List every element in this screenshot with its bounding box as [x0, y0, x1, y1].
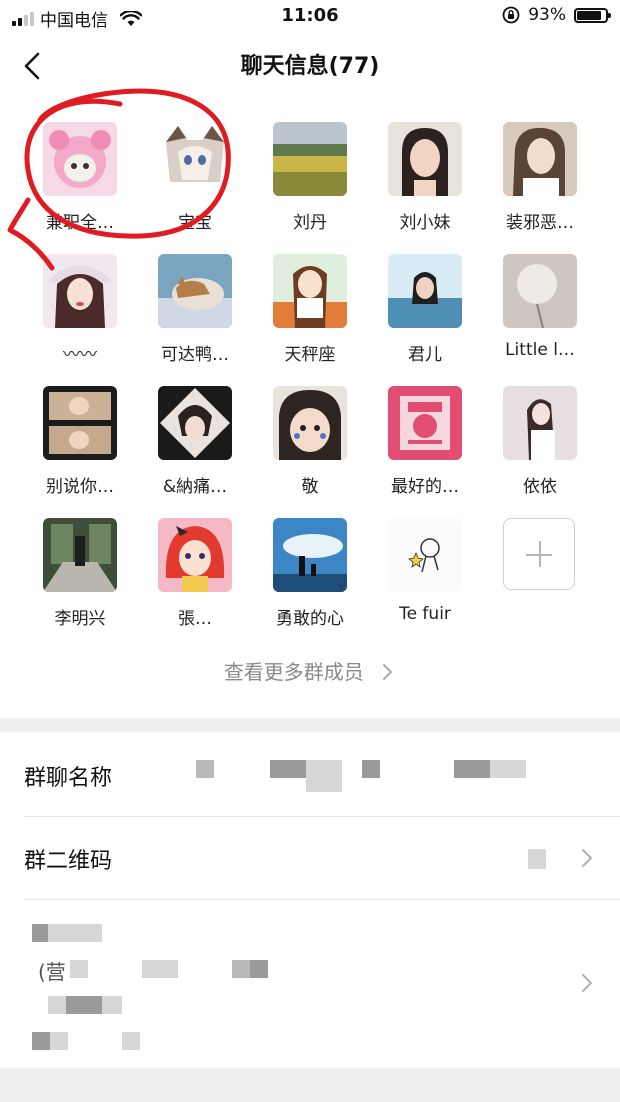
member-item[interactable]: Little l… [485, 254, 595, 360]
plus-icon [503, 518, 575, 590]
member-item[interactable]: 張… [140, 518, 250, 629]
member-item[interactable]: 李明兴 [25, 518, 135, 629]
member-item[interactable]: 刘小妹 [370, 122, 480, 233]
avatar [273, 386, 347, 460]
member-name: 兼职全… [46, 213, 114, 233]
member-name: 敬 [301, 477, 319, 497]
page-title: 聊天信息(77) [240, 54, 380, 79]
view-more-label: 查看更多群成员 [223, 660, 364, 684]
member-name: 宝宝 [178, 213, 212, 233]
avatar [158, 386, 232, 460]
member-name: 李明兴 [54, 609, 106, 629]
member-name: Te fuir [399, 604, 451, 624]
member-name: 别说你… [46, 477, 114, 497]
avatar [158, 254, 232, 328]
avatar [43, 518, 117, 592]
add-member-button[interactable] [484, 518, 594, 590]
avatar [273, 122, 347, 196]
avatar [388, 518, 462, 592]
member-item[interactable]: 敬 [255, 386, 365, 497]
member-name: 刘丹 [293, 213, 327, 233]
avatar [273, 254, 347, 328]
member-item[interactable]: Te fuir [370, 518, 480, 624]
member-name: 張… [178, 609, 212, 629]
member-item[interactable]: 依依 [485, 386, 595, 497]
member-name: 可达鸭… [161, 345, 229, 365]
group-qr-row[interactable]: 群二维码 [0, 817, 620, 899]
member-item[interactable]: 别说你… [25, 386, 135, 497]
avatar [388, 122, 462, 196]
notice-text: (营 [38, 960, 66, 984]
member-name: 装邪恶… [506, 213, 574, 233]
avatar [158, 518, 232, 592]
member-item[interactable]: 装邪恶… [485, 122, 595, 233]
avatar [273, 518, 347, 592]
group-qr-label: 群二维码 [24, 849, 113, 874]
member-item[interactable]: 〰〰 [25, 254, 135, 365]
group-notice-row[interactable]: (营 [0, 900, 620, 1068]
member-name: 〰〰 [63, 345, 97, 365]
member-item[interactable]: 天秤座 [255, 254, 365, 365]
member-item[interactable]: 可达鸭… [140, 254, 250, 365]
avatar [158, 122, 232, 196]
member-name: 君儿 [408, 345, 442, 365]
avatar [43, 386, 117, 460]
group-name-label: 群聊名称 [24, 766, 113, 791]
avatar [388, 254, 462, 328]
avatar [43, 254, 117, 328]
section-divider [0, 1068, 620, 1102]
member-name: 勇敢的心 [276, 609, 344, 629]
chevron-right-icon [582, 849, 592, 867]
rotation-lock-icon [502, 6, 520, 24]
battery-icon [574, 7, 611, 23]
member-name: Little l… [505, 340, 575, 360]
member-item[interactable]: &納痛… [140, 386, 250, 497]
member-item[interactable]: 最好的… [370, 386, 480, 497]
member-name: 依依 [523, 477, 557, 497]
member-name: &納痛… [162, 477, 228, 497]
nav-bar: 聊天信息(77) [0, 36, 620, 92]
member-item[interactable]: 刘丹 [255, 122, 365, 233]
view-more-members-link[interactable]: 查看更多群成员 [0, 656, 620, 685]
avatar [503, 122, 577, 196]
qr-code-icon [528, 849, 546, 869]
avatar [43, 122, 117, 196]
avatar [503, 254, 577, 329]
status-bar: 中国电信 11:06 93% [0, 0, 620, 34]
battery-percent: 93% [528, 5, 566, 25]
chat-info-screen: 中国电信 11:06 93% 聊天信息(77) 兼职全… 宝宝 刘丹 刘小妹 装… [0, 0, 620, 1102]
chevron-right-icon [582, 974, 592, 992]
member-item[interactable]: 勇敢的心 [255, 518, 365, 629]
member-name: 刘小妹 [399, 213, 451, 233]
avatar [503, 386, 577, 460]
section-divider [0, 718, 620, 732]
member-name: 天秤座 [284, 345, 336, 365]
member-item[interactable]: 君儿 [370, 254, 480, 365]
status-right: 93% [502, 5, 611, 25]
member-name: 最好的… [391, 477, 459, 497]
group-name-row[interactable]: 群聊名称 [0, 732, 620, 816]
avatar [388, 386, 462, 460]
chevron-right-icon [383, 664, 393, 680]
member-item[interactable]: 兼职全… [25, 122, 135, 233]
member-item[interactable]: 宝宝 [140, 122, 250, 233]
